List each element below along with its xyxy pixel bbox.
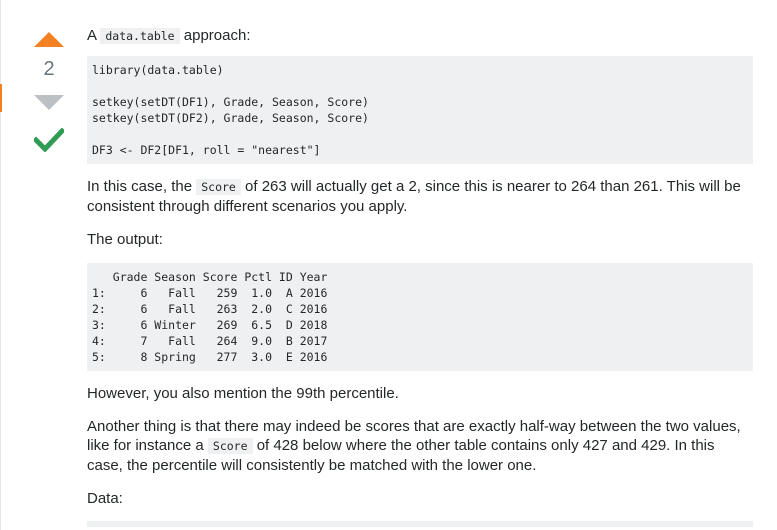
- accepted-check-icon[interactable]: [34, 128, 64, 152]
- data-label: Data:: [87, 490, 123, 507]
- halfway-paragraph: Another thing is that there may indeed b…: [87, 417, 753, 475]
- intro-paragraph: A data.table approach:: [87, 26, 753, 46]
- intro-suffix: approach:: [179, 27, 251, 44]
- upvote-arrow-icon[interactable]: [34, 32, 64, 47]
- explanation-text-a: In this case, the: [87, 178, 197, 195]
- explanation-paragraph: In this case, the Score of 263 will actu…: [87, 177, 753, 216]
- vote-count: 2: [43, 58, 55, 80]
- code-block-setup: library(data.table) setkey(setDT(DF1), G…: [87, 56, 753, 164]
- left-border: [0, 0, 1, 530]
- code-block-output: Grade Season Score Pctl ID Year 1: 6 Fal…: [87, 263, 753, 371]
- output-label: The output:: [87, 231, 163, 248]
- downvote-arrow-icon[interactable]: [34, 95, 64, 110]
- explanation-inline-code: Score: [196, 179, 241, 195]
- vote-cell: 2: [25, 28, 73, 152]
- code-block-data: [87, 521, 753, 527]
- left-accent-marker: [0, 84, 2, 112]
- halfway-inline-code: Score: [207, 438, 253, 454]
- intro-prefix: A: [87, 27, 101, 44]
- answer-page: 2 A data.table approach: library(data.ta…: [0, 0, 777, 530]
- answer-body: A data.table approach: library(data.tabl…: [87, 26, 753, 527]
- intro-inline-code: data.table: [100, 28, 180, 44]
- percentile-paragraph: However, you also mention the 99th perce…: [87, 385, 399, 402]
